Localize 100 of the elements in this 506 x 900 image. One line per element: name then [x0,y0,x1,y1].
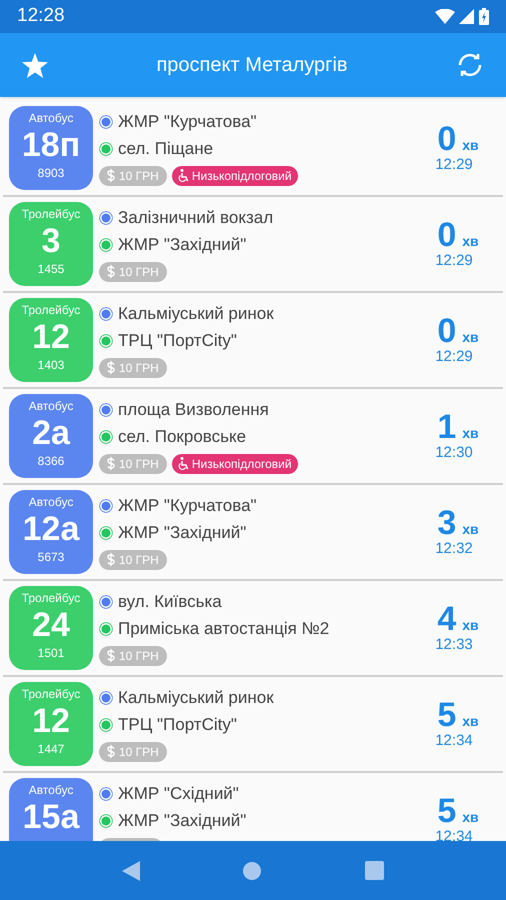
minutes-unit: хв [462,136,479,155]
stop-name: ЖМР "Західний" [118,522,246,542]
minutes-value: 3 [437,506,456,540]
route-number: 2а [32,414,70,452]
stop-name: сел. Покровське [118,426,246,446]
arrival-row[interactable]: Тролейбус 24 1501 вул. Київська Приміська автостанція №2 10 ГРН 4 хв 12:33 [3,581,503,677]
vehicle-number: 1501 [38,645,64,662]
vehicle-number: 8366 [38,453,64,470]
low-floor-text: Низькопідлоговий [192,456,292,472]
stop-name: Кальміуський ринок [118,304,274,324]
start-stop-icon [99,114,113,128]
signal-icon [459,9,475,24]
minutes-unit: хв [462,328,479,347]
arrival-row[interactable]: Тролейбус 12 1447 Кальміуський ринок ТРЦ "ПортCity" 10 ГРН 5 хв 12:34 [3,677,503,773]
vehicle-type: Тролейбус [22,206,80,222]
route-number: 3 [42,222,60,260]
star-icon[interactable] [22,52,48,78]
start-stop-icon [99,402,113,416]
vehicle-type: Тролейбус [22,590,80,606]
stop-name: Залізничний вокзал [118,208,274,228]
arrival-time: 12:29 [435,252,473,270]
stop-name: ТРЦ "ПортCity" [118,330,237,350]
vehicle-number: 1447 [38,741,64,758]
stop-name: ЖМР "Східний" [118,784,239,804]
route-number: 12а [22,510,80,548]
dollar-icon [107,553,115,566]
dollar-icon [107,649,115,662]
arrival-row[interactable]: Автобус 18п 8903 ЖМР "Курчатова" сел. Піщане 10 ГРН Низькопідлоговий 0 хв 12:29 [3,101,503,197]
fare-text: 10 ГРН [119,744,159,760]
home-icon[interactable] [243,862,262,880]
stop-name: площа Визволення [118,400,269,420]
arrival-row[interactable]: Автобус 12а 5673 ЖМР "Курчатова" ЖМР "Західний" 10 ГРН 3 хв 12:32 [3,485,503,581]
minutes-unit: хв [462,232,479,251]
start-stop-icon [99,498,113,512]
arrival-row[interactable]: Тролейбус 3 1455 Залізничний вокзал ЖМР "Західний" 10 ГРН 0 хв 12:29 [3,197,503,293]
minutes-value: 0 [437,218,456,252]
minutes-value: 1 [437,410,456,444]
arrival-time: 12:34 [435,732,473,750]
vehicle-type: Автобус [28,494,74,510]
stop-name: ЖМР "Курчатова" [118,112,257,132]
fare-text: 10 ГРН [119,552,159,568]
arrival-time: 12:32 [435,540,473,558]
recents-icon[interactable] [365,861,384,880]
vehicle-type: Автобус [28,782,74,798]
stop-name: ЖМР "Західний" [118,810,246,830]
fare-text: 10 ГРН [119,360,159,376]
fare-text: 10 ГРН [119,168,159,184]
minutes-unit: хв [462,808,479,827]
vehicle-type: Автобус [28,398,74,414]
dollar-icon [107,169,115,182]
arrival-row[interactable]: Автобус 2а 8366 площа Визволення сел. Покровське 10 ГРН Низькопідлоговий 1 хв 12:30 [3,389,503,485]
route-number: 24 [32,606,70,644]
battery-icon [479,8,489,25]
vehicle-type: Тролейбус [22,302,80,318]
arrival-time: 12:33 [435,636,473,654]
dollar-icon [107,361,115,374]
wifi-icon [435,9,455,24]
stop-name: ТРЦ "ПортCity" [118,714,237,734]
dollar-icon [107,265,115,278]
end-stop-icon [99,526,113,540]
vehicle-number: 5673 [38,549,64,566]
minutes-unit: хв [462,616,479,635]
start-stop-icon [99,786,113,800]
minutes-value: 0 [437,122,456,156]
stop-name: ЖМР "Західний" [118,234,246,254]
back-icon[interactable] [122,860,140,880]
end-stop-icon [99,142,113,156]
wheelchair-icon [178,457,189,470]
end-stop-icon [99,814,113,828]
refresh-icon[interactable] [456,51,484,79]
end-stop-icon [99,334,113,348]
stop-name: Кальміуський ринок [118,688,274,708]
end-stop-icon [99,238,113,252]
minutes-unit: хв [462,424,479,443]
start-stop-icon [99,306,113,320]
route-number: 12 [32,702,70,740]
vehicle-number: 1403 [38,357,64,374]
route-number: 12 [32,318,70,356]
fare-text: 10 ГРН [119,648,159,664]
vehicle-number: 8903 [38,165,64,182]
stop-title: проспект Металургів [155,53,349,78]
fare-text: 10 ГРН [119,456,159,472]
end-stop-icon [99,718,113,732]
start-stop-icon [99,690,113,704]
vehicle-type: Автобус [28,110,74,126]
end-stop-icon [99,622,113,636]
route-number: 15а [22,798,80,836]
start-stop-icon [99,594,113,608]
start-stop-icon [99,210,113,224]
arrival-time: 12:34 [435,828,473,841]
minutes-value: 5 [437,698,456,732]
low-floor-text: Низькопідлоговий [192,168,292,184]
arrival-row[interactable]: Тролейбус 12 1403 Кальміуський ринок ТРЦ "ПортCity" 10 ГРН 0 хв 12:29 [3,293,503,389]
arrival-time: 12:30 [435,444,473,462]
minutes-value: 0 [437,314,456,348]
vehicle-number: 1455 [38,261,64,278]
dollar-icon [107,745,115,758]
wheelchair-icon [178,169,189,182]
dollar-icon [107,457,115,470]
arrival-time: 12:29 [435,156,473,174]
